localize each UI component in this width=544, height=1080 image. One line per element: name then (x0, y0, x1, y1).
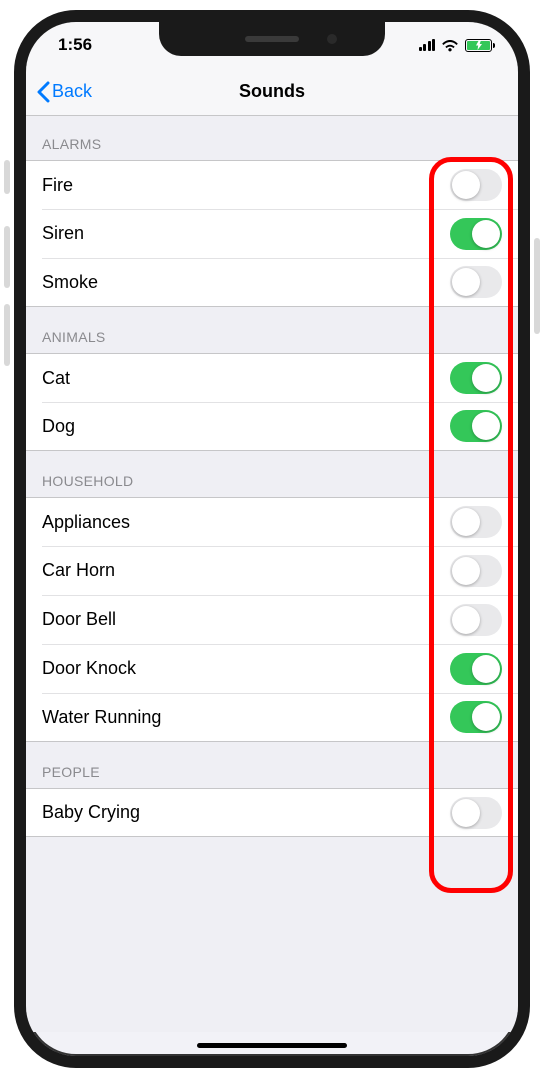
toggle-fire[interactable] (450, 169, 502, 201)
mute-switch (4, 160, 10, 194)
row-cat: Cat (26, 353, 518, 402)
row-water-running: Water Running (26, 693, 518, 742)
back-button[interactable]: Back (26, 81, 92, 103)
row-label: Siren (42, 223, 84, 244)
toggle-water-running[interactable] (450, 701, 502, 733)
toggle-door-knock[interactable] (450, 653, 502, 685)
section-header-people: PEOPLE (26, 742, 518, 788)
row-label: Cat (42, 368, 70, 389)
status-time: 1:56 (58, 35, 92, 55)
back-label: Back (52, 81, 92, 102)
section-header-animals: ANIMALS (26, 307, 518, 353)
row-fire: Fire (26, 160, 518, 209)
volume-down (4, 304, 10, 366)
power-button (534, 238, 540, 334)
front-camera (327, 34, 337, 44)
row-label: Appliances (42, 512, 130, 533)
battery-icon (465, 39, 492, 52)
toggle-appliances[interactable] (450, 506, 502, 538)
phone-frame: 1:56 Back Sounds ALARMS Fire (14, 10, 530, 1068)
row-dog: Dog (26, 402, 518, 451)
page-title: Sounds (26, 81, 518, 102)
notch (159, 22, 385, 56)
nav-bar: Back Sounds (26, 68, 518, 116)
row-label: Door Bell (42, 609, 116, 630)
row-car-horn: Car Horn (26, 546, 518, 595)
row-door-knock: Door Knock (26, 644, 518, 693)
toggle-smoke[interactable] (450, 266, 502, 298)
section-header-alarms: ALARMS (26, 116, 518, 160)
row-appliances: Appliances (26, 497, 518, 546)
row-label: Dog (42, 416, 75, 437)
row-baby-crying: Baby Crying (26, 788, 518, 837)
content-scroll[interactable]: ALARMS Fire Siren Smoke ANIMALS Cat Dog … (26, 116, 518, 1032)
row-smoke: Smoke (26, 258, 518, 307)
row-label: Smoke (42, 272, 98, 293)
row-label: Baby Crying (42, 802, 140, 823)
row-door-bell: Door Bell (26, 595, 518, 644)
row-label: Door Knock (42, 658, 136, 679)
toggle-cat[interactable] (450, 362, 502, 394)
volume-up (4, 226, 10, 288)
chevron-left-icon (36, 81, 50, 103)
row-siren: Siren (26, 209, 518, 258)
cellular-icon (419, 39, 436, 51)
toggle-door-bell[interactable] (450, 604, 502, 636)
row-label: Water Running (42, 707, 161, 728)
section-header-household: HOUSEHOLD (26, 451, 518, 497)
toggle-baby-crying[interactable] (450, 797, 502, 829)
row-label: Car Horn (42, 560, 115, 581)
wifi-icon (441, 39, 459, 52)
home-indicator[interactable] (197, 1043, 347, 1048)
speaker (245, 36, 299, 42)
toggle-car-horn[interactable] (450, 555, 502, 587)
toggle-siren[interactable] (450, 218, 502, 250)
toggle-dog[interactable] (450, 410, 502, 442)
row-label: Fire (42, 175, 73, 196)
